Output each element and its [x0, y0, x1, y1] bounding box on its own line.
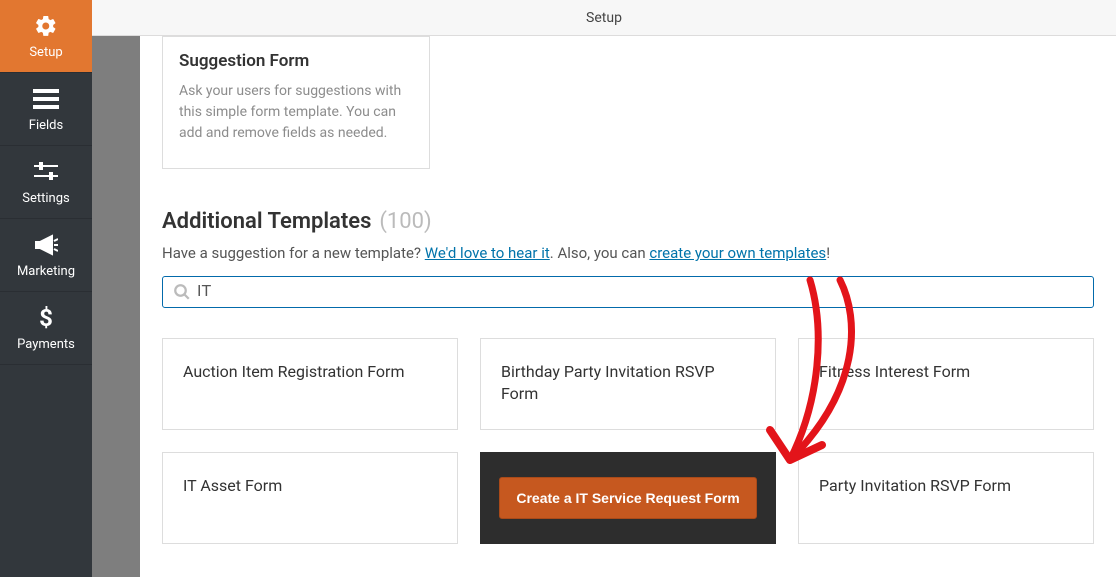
gear-icon	[34, 13, 58, 39]
page-title: Setup	[586, 10, 622, 26]
create-template-button[interactable]: Create a IT Service Request Form	[499, 477, 756, 519]
template-card[interactable]: Birthday Party Invitation RSVP Form	[480, 338, 776, 430]
template-card[interactable]: Auction Item Registration Form	[162, 338, 458, 430]
suggestion-form-card[interactable]: Suggestion Form Ask your users for sugge…	[162, 36, 430, 169]
additional-templates-header: Additional Templates (100)	[162, 209, 1094, 234]
template-card[interactable]: Party Invitation RSVP Form	[798, 452, 1094, 544]
sidebar-item-label: Marketing	[17, 264, 75, 279]
search-icon	[173, 283, 191, 301]
gap-strip	[92, 36, 140, 577]
create-own-link[interactable]: create your own templates	[649, 244, 826, 262]
sidebar-item-setup[interactable]: Setup	[0, 0, 92, 73]
sliders-icon	[34, 159, 58, 185]
template-card[interactable]: Fitness Interest Form	[798, 338, 1094, 430]
help-suffix: !	[826, 244, 830, 262]
card-desc: Ask your users for suggestions with this…	[179, 81, 413, 144]
bullhorn-icon	[34, 232, 58, 258]
section-heading: Additional Templates	[162, 209, 371, 234]
template-name: Birthday Party Invitation RSVP Form	[501, 361, 755, 406]
sidebar-item-label: Setup	[29, 45, 62, 60]
content-area: Suggestion Form Ask your users for sugge…	[140, 36, 1116, 577]
sidebar-item-settings[interactable]: Settings	[0, 146, 92, 219]
template-name: Party Invitation RSVP Form	[819, 475, 1011, 497]
sidebar-item-fields[interactable]: Fields	[0, 73, 92, 146]
dollar-icon: $	[38, 305, 54, 331]
help-prefix: Have a suggestion for a new template?	[162, 244, 425, 262]
svg-text:$: $	[39, 306, 53, 330]
suggest-link[interactable]: We'd love to hear it	[425, 244, 550, 262]
template-card[interactable]: IT Asset Form	[162, 452, 458, 544]
topbar: Setup	[92, 0, 1116, 36]
templates-grid: Auction Item Registration Form Birthday …	[162, 338, 1094, 544]
help-text: Have a suggestion for a new template? We…	[162, 244, 1094, 262]
card-title: Suggestion Form	[179, 51, 413, 71]
template-search-box[interactable]	[162, 276, 1094, 308]
sidebar-item-payments[interactable]: $ Payments	[0, 292, 92, 365]
template-name: Fitness Interest Form	[819, 361, 970, 383]
sidebar: Setup Fields Settings Marketing $ Paymen…	[0, 0, 92, 577]
sidebar-item-marketing[interactable]: Marketing	[0, 219, 92, 292]
template-name: IT Asset Form	[183, 475, 282, 497]
template-name: Auction Item Registration Form	[183, 361, 405, 383]
template-count: (100)	[379, 209, 431, 234]
search-input[interactable]	[197, 283, 1083, 301]
template-card-hover[interactable]: Create a IT Service Request Form	[480, 452, 776, 544]
sidebar-item-label: Settings	[22, 191, 69, 206]
help-mid: . Also, you can	[550, 244, 650, 262]
list-icon	[33, 86, 59, 112]
sidebar-item-label: Payments	[17, 337, 75, 352]
sidebar-item-label: Fields	[29, 118, 63, 133]
